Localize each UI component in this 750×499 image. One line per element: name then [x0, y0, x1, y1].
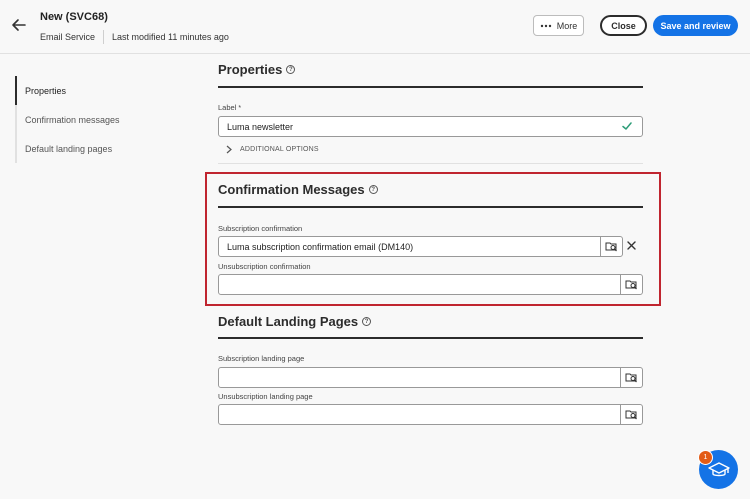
notification-badge: 1 — [698, 450, 713, 465]
required-mark: * — [238, 105, 242, 112]
back-arrow-icon[interactable] — [10, 16, 28, 34]
graduation-cap-icon — [707, 461, 730, 476]
service-type: Email Service — [40, 32, 96, 42]
section-rule — [218, 86, 643, 88]
page-meta: Email Service Last modified 11 minutes a… — [40, 30, 229, 44]
unsubscription-confirmation-input[interactable] — [218, 274, 621, 295]
folder-search-icon — [625, 410, 637, 420]
chevron-right-icon — [226, 145, 232, 154]
label-input[interactable]: Luma newsletter — [218, 116, 643, 137]
save-and-review-button[interactable]: Save and review — [653, 15, 738, 36]
properties-title: Properties — [218, 62, 283, 77]
unsubscription-confirmation-picker[interactable] — [620, 274, 643, 295]
more-label: More — [556, 20, 578, 31]
help-icon[interactable]: ? — [368, 185, 378, 194]
more-dots-icon — [540, 24, 551, 27]
additional-options-toggle[interactable]: ADDITIONAL OPTIONS — [226, 145, 319, 154]
nav-item-confirmation-messages[interactable]: Confirmation messages — [15, 105, 175, 134]
subscription-landing-picker[interactable] — [620, 367, 643, 388]
nav-item-default-landing-pages[interactable]: Default landing pages — [15, 134, 175, 163]
unsubscription-landing-label: Unsubscription landing page — [218, 392, 313, 401]
help-icon[interactable]: ? — [286, 65, 296, 74]
help-icon[interactable]: ? — [362, 317, 372, 326]
unsubscription-landing-picker[interactable] — [620, 404, 643, 425]
section-nav: Properties Confirmation messages Default… — [15, 76, 175, 163]
section-rule — [218, 206, 643, 208]
app-header: New (SVC68) Email Service Last modified … — [0, 0, 750, 54]
subscription-confirmation-picker[interactable] — [600, 236, 623, 257]
nav-item-properties[interactable]: Properties — [15, 76, 175, 105]
unsubscription-confirmation-label: Unsubscription confirmation — [218, 262, 311, 271]
landing-heading: Default Landing Pages ? — [218, 314, 372, 329]
close-icon[interactable] — [626, 240, 637, 251]
checkmark-icon — [622, 122, 632, 130]
page-title: New (SVC68) — [40, 11, 108, 23]
section-rule — [218, 337, 643, 339]
divider — [218, 163, 643, 164]
folder-search-icon — [605, 242, 617, 252]
subscription-confirmation-input[interactable]: Luma subscription confirmation email (DM… — [218, 236, 601, 257]
more-button[interactable]: More — [533, 15, 584, 36]
folder-search-icon — [625, 280, 637, 290]
confirmation-title: Confirmation Messages — [218, 182, 365, 197]
subscription-landing-label: Subscription landing page — [218, 354, 305, 363]
properties-heading: Properties ? — [218, 62, 296, 77]
meta-divider — [103, 30, 105, 44]
unsubscription-landing-input[interactable] — [218, 404, 621, 425]
label-text: Label — [218, 103, 237, 112]
close-button[interactable]: Close — [600, 15, 647, 36]
confirmation-heading: Confirmation Messages ? — [218, 182, 378, 197]
folder-search-icon — [625, 373, 637, 383]
subscription-landing-input[interactable] — [218, 367, 621, 388]
subscription-confirmation-label: Subscription confirmation — [218, 224, 303, 233]
last-modified: Last modified 11 minutes ago — [112, 32, 229, 42]
label-field-label: Label * — [218, 103, 241, 112]
landing-title: Default Landing Pages — [218, 314, 359, 329]
additional-options-label: ADDITIONAL OPTIONS — [240, 146, 319, 153]
